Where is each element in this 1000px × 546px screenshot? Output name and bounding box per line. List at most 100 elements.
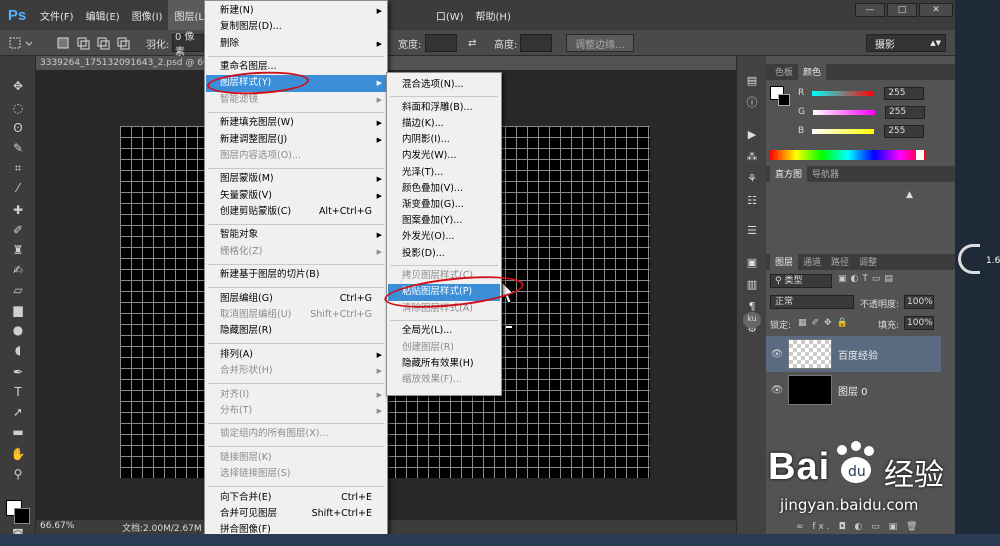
blend-mode-select[interactable]: 正常 (770, 295, 854, 309)
menu-item[interactable]: 混合选项(N)... (388, 77, 500, 93)
history-brush-icon[interactable]: ✍ (8, 262, 28, 278)
opacity-input[interactable]: 100% (904, 295, 934, 309)
menu-image[interactable]: 图像(I) (126, 0, 169, 30)
menu-item[interactable]: 选择链接图层(S) (206, 466, 386, 482)
menu-item[interactable]: 图层编组(G) Ctrl+G (206, 291, 386, 307)
minimize-button[interactable]: — (855, 3, 885, 17)
height-input[interactable] (520, 34, 552, 52)
crop-tool-icon[interactable]: ⌗ (8, 160, 28, 176)
tab-layers[interactable]: 图层 (770, 253, 799, 270)
menu-item[interactable]: 内阴影(I)... (388, 132, 500, 148)
menu-item[interactable]: 渐变叠加(G)... (388, 197, 500, 213)
menu-item[interactable]: 排列(A) ▶ (206, 347, 386, 363)
color-slider-g[interactable]: G 255 (798, 105, 925, 119)
workspace-select[interactable]: 摄影 ▲▼ (866, 34, 946, 52)
menu-item[interactable]: 全局光(L)... (388, 323, 500, 339)
g-slider-track[interactable] (812, 109, 875, 115)
zoom-level[interactable]: 66.67% (40, 521, 74, 531)
menu-edit[interactable]: 编辑(E) (80, 0, 126, 30)
type-tool-icon[interactable]: T (8, 384, 28, 400)
menu-item[interactable]: 新建调整图层(J) ▶ (206, 132, 386, 148)
eyedropper-tool-icon[interactable]: ⁄ (8, 180, 28, 196)
menu-file[interactable]: 文件(F) (34, 0, 80, 30)
menu-item[interactable]: 新建(N) ▶ (206, 3, 386, 19)
color-background-swatch[interactable] (778, 94, 790, 106)
menu-item[interactable]: 新建填充图层(W) ▶ (206, 115, 386, 131)
warning-icon[interactable]: ▲ (906, 190, 913, 200)
history-panel-icon[interactable]: ▤ (744, 74, 760, 88)
layer-row[interactable]: 👁 图层 0 (766, 372, 941, 408)
actions-panel-icon[interactable]: ▶ (744, 128, 760, 142)
close-button[interactable]: ✕ (919, 3, 953, 17)
menu-window[interactable]: 口(W) (430, 0, 470, 30)
menu-item[interactable]: 隐藏图层(R) (206, 323, 386, 339)
tab-histogram[interactable]: 直方图 (770, 165, 808, 182)
move-tool-icon[interactable]: ✥ (8, 78, 28, 94)
layer-name[interactable]: 图层 0 (838, 383, 868, 398)
path-select-icon[interactable]: ➚ (8, 404, 28, 420)
color-spectrum-bar[interactable] (770, 150, 926, 160)
stamp-tool-icon[interactable]: ♜ (8, 242, 28, 258)
menu-item[interactable]: 对齐(I) ▶ (206, 387, 386, 403)
swap-icon[interactable]: ⇄ (468, 34, 476, 52)
color-slider-r[interactable]: R 255 (798, 86, 925, 100)
blur-tool-icon[interactable]: ● (8, 322, 28, 338)
character-panel-icon[interactable]: ▣ (744, 256, 760, 270)
eraser-tool-icon[interactable]: ▱ (8, 282, 28, 298)
lasso-tool-icon[interactable]: ʘ (8, 120, 28, 136)
b-value-input[interactable]: 255 (884, 124, 925, 138)
menu-item[interactable]: 取消图层编组(U) Shift+Ctrl+G (206, 307, 386, 323)
menu-item[interactable]: 图案叠加(Y)... (388, 213, 500, 229)
layers-footer-icons[interactable]: ∞ fx. ◘ ◐ ▭ ▣ 🗑 (796, 522, 920, 532)
menu-item[interactable]: 创建剪贴蒙版(C) Alt+Ctrl+G (206, 204, 386, 220)
menu-item[interactable]: 复制图层(D)... (206, 19, 386, 35)
marquee-tool-icon[interactable]: ◌ (8, 100, 28, 116)
brush-tool-icon[interactable]: ✐ (8, 222, 28, 238)
layer-filter-icons[interactable]: ▣◐T▭▤ (838, 274, 897, 284)
background-color-swatch[interactable] (14, 508, 30, 524)
layer-row[interactable]: 👁 百度经验 (766, 336, 941, 372)
width-input[interactable] (425, 34, 457, 52)
ku-icon[interactable]: ku (743, 312, 761, 328)
menu-item[interactable]: 分布(T) ▶ (206, 403, 386, 419)
menu-help[interactable]: 帮助(H) (470, 0, 517, 30)
menu-item[interactable]: 光泽(T)... (388, 165, 500, 181)
lock-icons[interactable]: ▦✐✥🔒 (798, 318, 853, 328)
menu-item[interactable]: 删除 ▶ (206, 36, 386, 52)
tab-adjustments[interactable]: 调整 (854, 253, 882, 270)
hand-tool-icon[interactable]: ✋ (8, 446, 28, 462)
selection-mode-buttons[interactable] (56, 34, 134, 52)
dodge-tool-icon[interactable]: ◖ (8, 342, 28, 358)
g-value-input[interactable]: 255 (884, 105, 925, 119)
marquee-tool-preset[interactable] (8, 34, 48, 52)
tab-paths[interactable]: 路径 (826, 253, 854, 270)
document-tab[interactable]: 3339264_175132091643_2.psd @ 66.7 (36, 56, 206, 70)
menu-item[interactable]: 缩放效果(F)... (388, 372, 500, 388)
tab-swatches[interactable]: 色板 (770, 63, 798, 80)
tab-color[interactable]: 颜色 (798, 63, 827, 80)
menu-item[interactable]: 描边(K)... (388, 116, 500, 132)
refine-edge-button[interactable]: 调整边缘... (566, 34, 634, 52)
color-slider-b[interactable]: B 255 (798, 124, 925, 138)
menu-item[interactable]: 颜色叠加(V)... (388, 181, 500, 197)
menu-item[interactable]: 合并形状(H) ▶ (206, 363, 386, 379)
menu-item[interactable]: 新建基于图层的切片(B) (206, 267, 386, 283)
fill-input[interactable]: 100% (904, 316, 934, 330)
menu-item[interactable]: 智能滤镜 ▶ (206, 92, 386, 108)
menu-item[interactable]: 矢量蒙版(V) ▶ (206, 188, 386, 204)
r-slider-track[interactable] (812, 90, 875, 96)
menu-item[interactable]: 图层内容选项(O)... (206, 148, 386, 164)
tab-navigator[interactable]: 导航器 (807, 165, 844, 182)
menu-item[interactable]: 栅格化(Z) ▶ (206, 244, 386, 260)
adjustments-icon[interactable]: ☷ (744, 194, 760, 208)
menu-item[interactable]: 斜面和浮雕(B)... (388, 100, 500, 116)
menu-item[interactable]: 投影(D)... (388, 246, 500, 262)
zoom-tool-icon[interactable]: ⚲ (8, 466, 28, 482)
properties-icon[interactable]: ☰ (744, 224, 760, 238)
menu-item[interactable]: 内发光(W)... (388, 148, 500, 164)
brush-panel-icon[interactable]: ⁂ (744, 150, 760, 164)
menu-item[interactable]: 锁定组内的所有图层(X)... (206, 426, 386, 442)
white-swatch[interactable] (916, 150, 924, 160)
pen-tool-icon[interactable]: ✒ (8, 364, 28, 380)
menu-item[interactable]: 智能对象 ▶ (206, 227, 386, 243)
